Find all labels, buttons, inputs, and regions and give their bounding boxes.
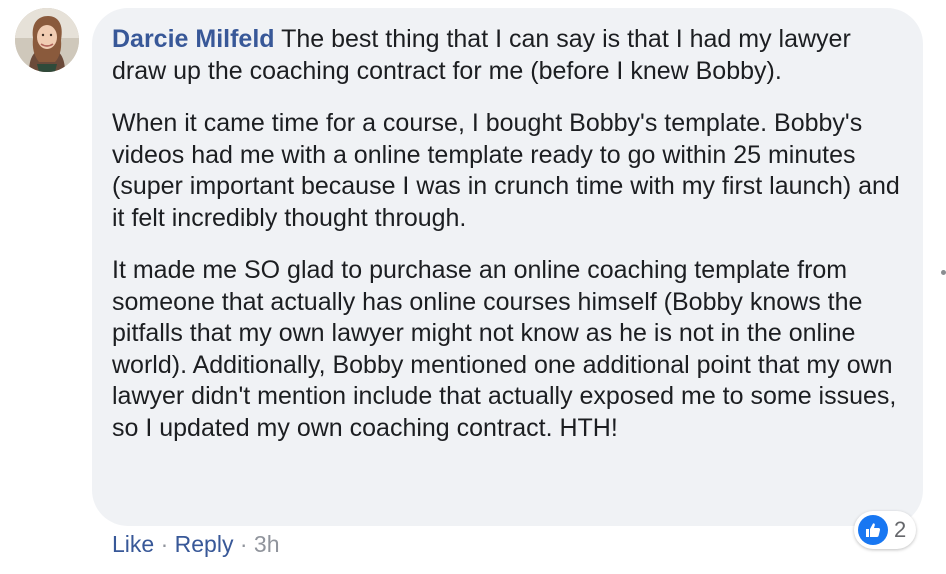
comment-timestamp[interactable]: 3h: [254, 531, 280, 557]
profile-photo: [15, 8, 79, 72]
comment-author-name[interactable]: Darcie Milfeld: [112, 25, 275, 53]
thumbs-up-icon: [858, 515, 888, 545]
comment-actions: Like · Reply · 3h: [112, 531, 280, 558]
avatar[interactable]: [15, 8, 79, 72]
action-separator: ·: [160, 531, 169, 557]
reaction-count: 2: [894, 517, 907, 542]
comment-paragraph-1: Darcie Milfeld The best thing that I can…: [112, 24, 903, 87]
reaction-summary[interactable]: 2: [854, 511, 917, 549]
like-link[interactable]: Like: [112, 531, 154, 557]
reply-link[interactable]: Reply: [175, 531, 234, 557]
comment-bubble: Darcie Milfeld The best thing that I can…: [92, 8, 923, 526]
action-separator: ·: [239, 531, 248, 557]
comment-paragraph-3: It made me SO glad to purchase an online…: [112, 256, 897, 442]
comment-paragraph-2: When it came time for a course, I bought…: [112, 109, 900, 232]
scroll-indicator: [941, 270, 946, 275]
